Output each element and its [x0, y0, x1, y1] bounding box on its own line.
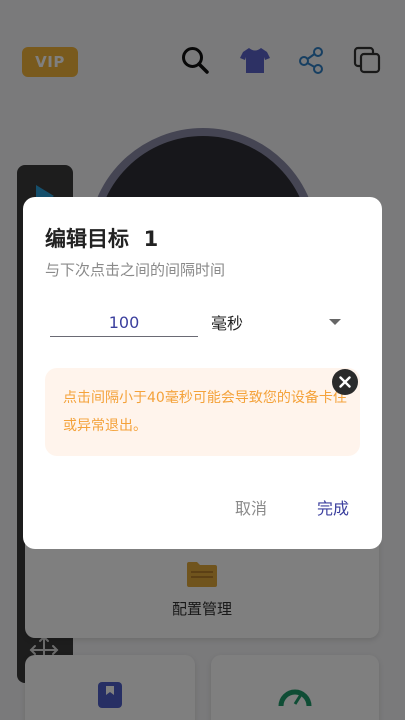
edit-target-dialog: 编辑目标 1 与下次点击之间的间隔时间 毫秒 点击间隔小于40毫秒可能会导致您的…	[23, 197, 382, 549]
dialog-subtitle: 与下次点击之间的间隔时间	[45, 261, 226, 279]
done-button[interactable]: 完成	[317, 495, 349, 519]
chevron-down-icon	[329, 319, 341, 325]
warning-text: 点击间隔小于40毫秒可能会导致您的设备卡住或异常退出。	[63, 390, 347, 434]
close-icon[interactable]	[332, 369, 358, 395]
cancel-button[interactable]: 取消	[235, 495, 267, 519]
interval-input[interactable]	[50, 309, 198, 337]
warning-box: 点击间隔小于40毫秒可能会导致您的设备卡住或异常退出。	[45, 368, 360, 456]
unit-label: 毫秒	[211, 314, 244, 333]
dialog-title: 编辑目标 1	[45, 227, 159, 251]
unit-dropdown[interactable]: 毫秒	[211, 307, 343, 337]
